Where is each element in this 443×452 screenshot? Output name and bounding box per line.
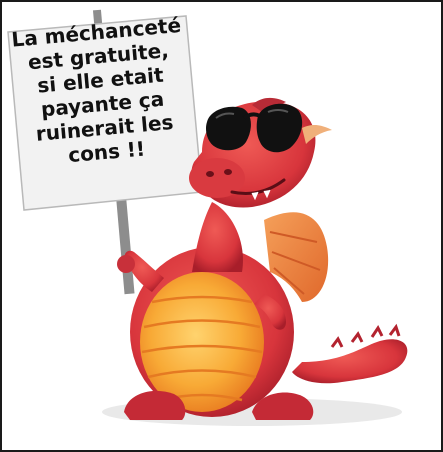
dragon-tail	[292, 339, 408, 384]
sign-pole	[115, 187, 135, 295]
dragon-left-hand	[117, 255, 135, 273]
dragon-neck	[192, 202, 243, 272]
dragon-left-foot	[124, 390, 186, 420]
image-frame: La méchanceté est gratuite, si elle etai…	[0, 0, 443, 452]
dragon-nostril	[224, 169, 232, 175]
sign-text: La méchanceté est gratuite, si elle etai…	[6, 13, 199, 208]
dragon-nostril	[206, 171, 214, 177]
dragon-horn	[302, 124, 332, 144]
